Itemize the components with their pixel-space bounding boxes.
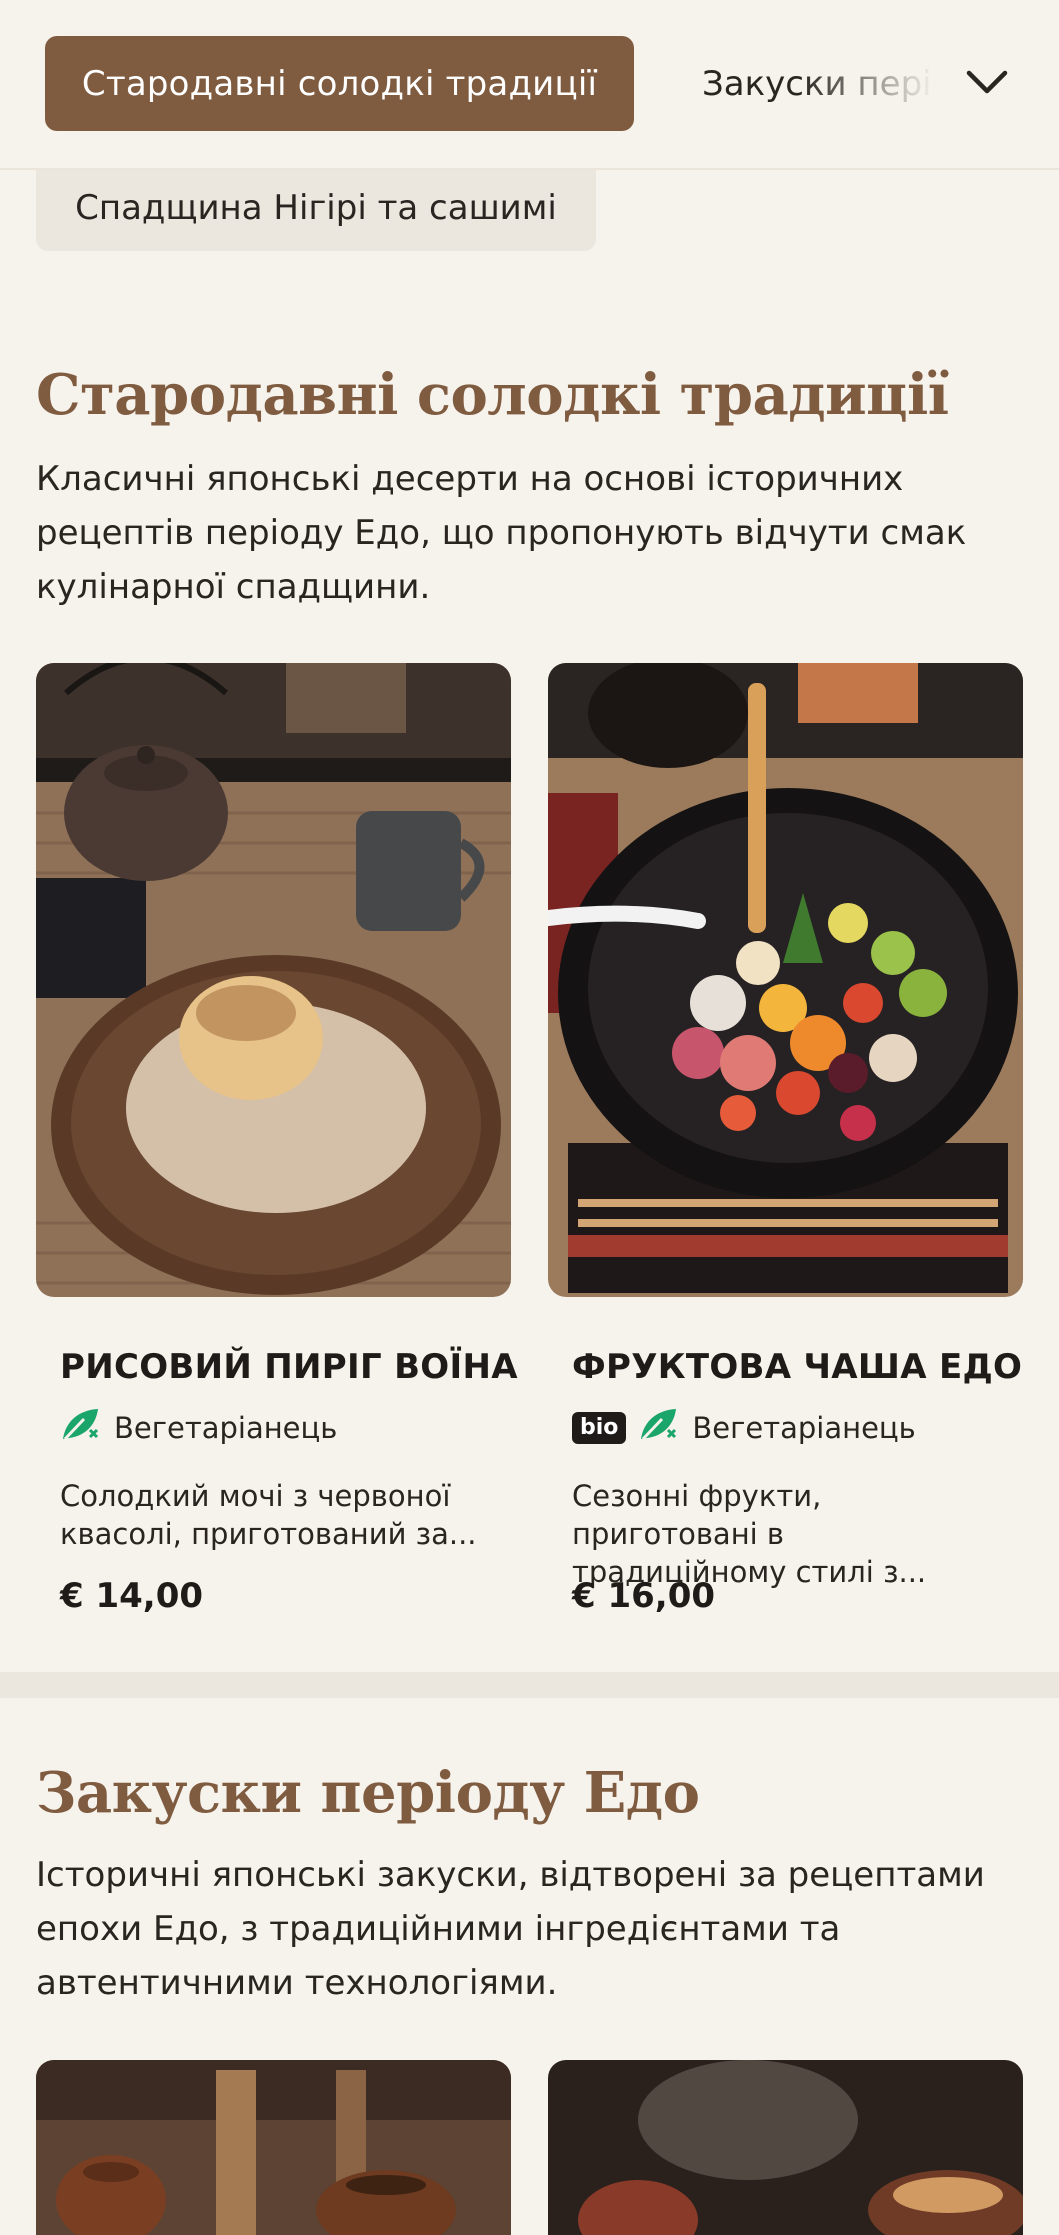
nav-fade-overlay	[800, 30, 960, 140]
bio-badge: bio	[572, 1411, 627, 1444]
chevron-down-icon[interactable]	[962, 58, 1012, 108]
item-price: € 16,00	[572, 1576, 716, 1616]
vegetarian-leaf-icon	[638, 1406, 680, 1449]
section-title: Закуски періоду Едо	[36, 1760, 700, 1826]
item-price: € 14,00	[60, 1576, 204, 1616]
rice-cake-image[interactable]	[36, 663, 511, 1297]
snack-image[interactable]	[36, 2060, 511, 2235]
section-description: Історичні японські закуски, відтворені з…	[36, 1855, 985, 2003]
item-name[interactable]: РИСОВИЙ ПИРІГ ВОЇНА	[60, 1347, 518, 1387]
section-description: Класичні японські десерти на основі істо…	[36, 459, 967, 607]
tab-ancient-sweet-traditions[interactable]: Стародавні солодкі традиції	[45, 36, 634, 131]
diet-label: Вегетаріанець	[114, 1410, 338, 1445]
section-title: Стародавні солодкі традиції	[36, 362, 949, 428]
category-nav: Стародавні солодкі традиції Закуски пері…	[0, 0, 1059, 170]
section-divider	[0, 1672, 1059, 1698]
diet-tag: bio Вегетаріанець	[572, 1406, 916, 1449]
fruit-bowl-image[interactable]	[548, 663, 1023, 1297]
snack-image[interactable]	[548, 2060, 1023, 2235]
diet-tag: Вегетаріанець	[60, 1406, 337, 1449]
item-description: Солодкий мочі з червоної квасолі, пригот…	[60, 1479, 477, 1551]
vegetarian-leaf-icon	[60, 1406, 102, 1449]
item-description: Сезонні фрукти, приготовані в традиційно…	[572, 1479, 927, 1589]
diet-label: Вегетаріанець	[692, 1410, 916, 1445]
item-name[interactable]: ФРУКТОВА ЧАША ЕДО	[572, 1347, 1022, 1387]
tab-nigiri-sashimi-heritage[interactable]: Спадщина Нігірі та сашимі	[36, 165, 596, 251]
